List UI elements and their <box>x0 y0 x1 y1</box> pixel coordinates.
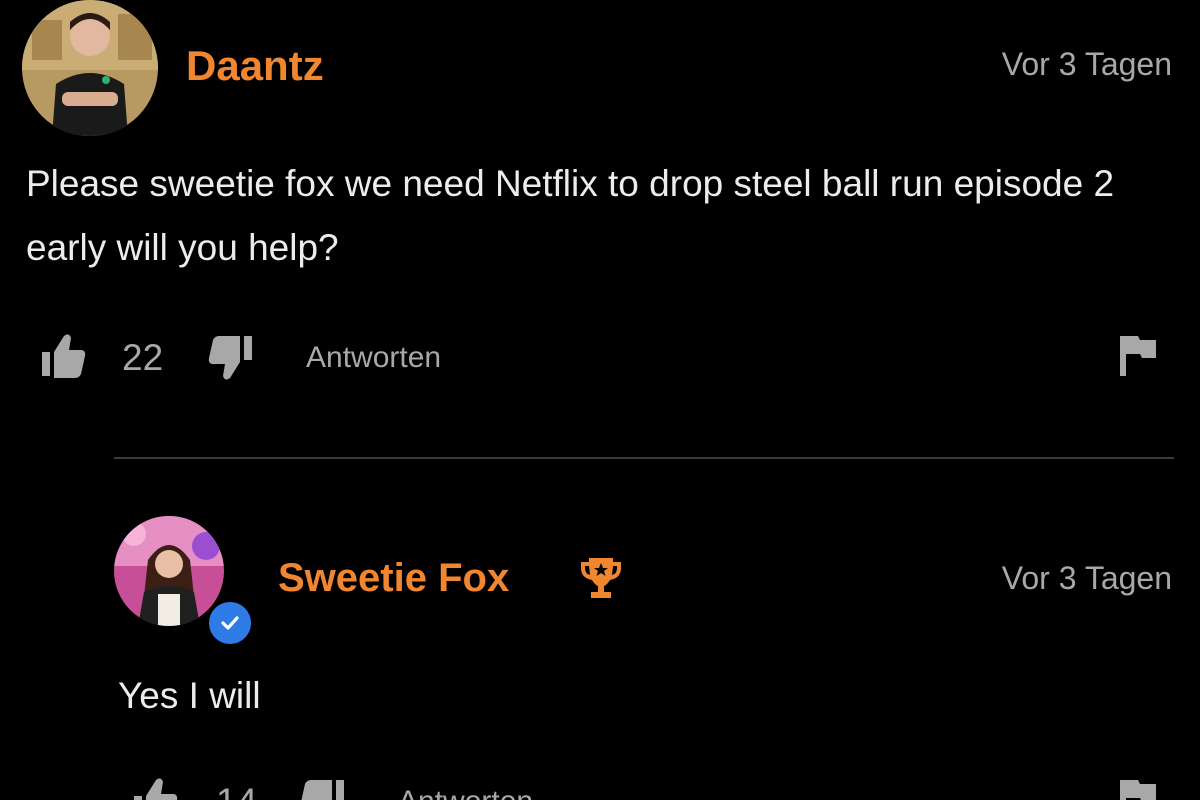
comment-thread: Daantz Vor 3 Tagen Please sweetie fox we… <box>0 0 1200 800</box>
report-button[interactable] <box>1120 776 1158 800</box>
verified-badge-icon <box>206 599 254 647</box>
like-button[interactable] <box>134 776 178 800</box>
thumbs-up-icon <box>134 778 178 800</box>
thumbs-down-icon <box>301 780 344 800</box>
flag-icon <box>1120 780 1156 800</box>
trophy-icon <box>580 556 622 600</box>
comment-actions: 14 Antworten <box>0 776 1200 800</box>
reply-comment: Sweetie Fox Vor 3 Tagen Yes I will 14 <box>0 0 1200 800</box>
comment-text: Yes I will <box>118 675 261 716</box>
like-count: 14 <box>216 776 257 800</box>
username[interactable]: Sweetie Fox <box>278 556 509 601</box>
timestamp: Vor 3 Tagen <box>1001 560 1172 596</box>
reply-button[interactable]: Antworten <box>398 776 533 800</box>
user-photo <box>114 516 224 626</box>
dislike-button[interactable] <box>300 776 344 800</box>
avatar[interactable] <box>114 516 224 626</box>
